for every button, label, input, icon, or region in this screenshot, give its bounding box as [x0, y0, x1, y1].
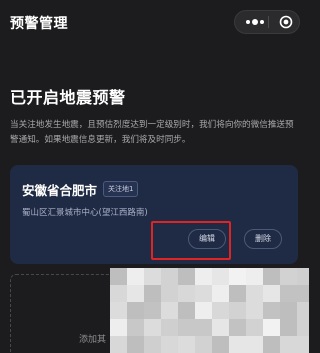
mosaic-cell: [110, 302, 127, 319]
mosaic-cell: [297, 268, 309, 285]
mosaic-cell: [229, 268, 246, 285]
mosaic-cell: [263, 268, 280, 285]
mosaic-cell: [229, 319, 246, 336]
mosaic-cell: [178, 336, 195, 353]
card-city: 安徽省合肥市: [22, 183, 98, 198]
mosaic-cell: [195, 319, 212, 336]
mosaic-cell: [229, 302, 246, 319]
mosaic-cell: [144, 319, 161, 336]
mosaic-cell: [212, 319, 229, 336]
mosaic-cell: [280, 319, 297, 336]
mosaic-cell: [195, 302, 212, 319]
edit-highlight-box: [151, 221, 231, 260]
mosaic-cell: [110, 285, 127, 302]
page: 预警管理 已开启地震预警 当关注地发生地震，且预估烈度达到一定级别时，我们将向你…: [0, 0, 309, 353]
mosaic-cell: [280, 268, 297, 285]
card-address: 蜀山区汇景城市中心(望江西路南): [22, 208, 148, 218]
mosaic-cell: [195, 268, 212, 285]
mosaic-cell: [178, 319, 195, 336]
mosaic-cell: [212, 285, 229, 302]
mosaic-cell: [127, 268, 144, 285]
mosaic-cell: [280, 336, 297, 353]
mosaic-cell: [144, 302, 161, 319]
mosaic-cell: [127, 319, 144, 336]
mosaic-cell: [280, 302, 297, 319]
mosaic-cell: [263, 302, 280, 319]
mosaic-cell: [161, 336, 178, 353]
mosaic-cell: [212, 302, 229, 319]
mosaic-cell: [161, 319, 178, 336]
mosaic-cell: [263, 336, 280, 353]
mosaic-cell: [110, 319, 127, 336]
warning-description: 当关注地发生地震，且预估烈度达到一定级别时，我们将向你的微信推送预警通知。如果地…: [10, 120, 294, 145]
mosaic-cell: [144, 336, 161, 353]
mosaic-cell: [195, 336, 212, 353]
mosaic-cell: [263, 285, 280, 302]
mosaic-cell: [246, 319, 263, 336]
mosaic-cell: [246, 285, 263, 302]
mosaic-cell: [229, 285, 246, 302]
more-dots-icon[interactable]: [243, 11, 267, 33]
mosaic-cell: [110, 268, 127, 285]
mosaic-cell: [229, 336, 246, 353]
delete-button[interactable]: 删除: [244, 229, 282, 249]
mosaic-cell: [297, 302, 309, 319]
mosaic-cell: [246, 268, 263, 285]
mosaic-cell: [110, 336, 127, 353]
capsule-divider: [268, 16, 269, 28]
mosaic-cell: [178, 285, 195, 302]
mosaic-cell: [178, 268, 195, 285]
mosaic-cell: [178, 302, 195, 319]
mosaic-cell: [161, 285, 178, 302]
mosaic-cell: [127, 285, 144, 302]
mini-program-capsule: [234, 10, 300, 34]
add-location-label: 添加其: [79, 335, 107, 345]
mosaic-cell: [297, 285, 309, 302]
warning-status-heading: 已开启地震预警: [10, 88, 126, 107]
page-title: 预警管理: [10, 16, 68, 32]
watch-location-tag: 关注地1: [103, 181, 139, 197]
mosaic-cell: [161, 302, 178, 319]
mosaic-cell: [246, 336, 263, 353]
mosaic-cell: [161, 268, 178, 285]
mosaic-cell: [144, 268, 161, 285]
mosaic-cell: [195, 285, 212, 302]
mosaic-cell: [297, 336, 309, 353]
mosaic-cell: [280, 285, 297, 302]
mosaic-cell: [127, 302, 144, 319]
mosaic-cell: [212, 336, 229, 353]
pixelated-overlay: [110, 268, 309, 353]
mosaic-cell: [144, 285, 161, 302]
header: 预警管理: [0, 0, 309, 44]
mosaic-cell: [212, 268, 229, 285]
mosaic-cell: [127, 336, 144, 353]
mosaic-cell: [263, 319, 280, 336]
mosaic-cell: [297, 319, 309, 336]
mosaic-cell: [246, 302, 263, 319]
target-circle-icon[interactable]: [275, 11, 297, 33]
